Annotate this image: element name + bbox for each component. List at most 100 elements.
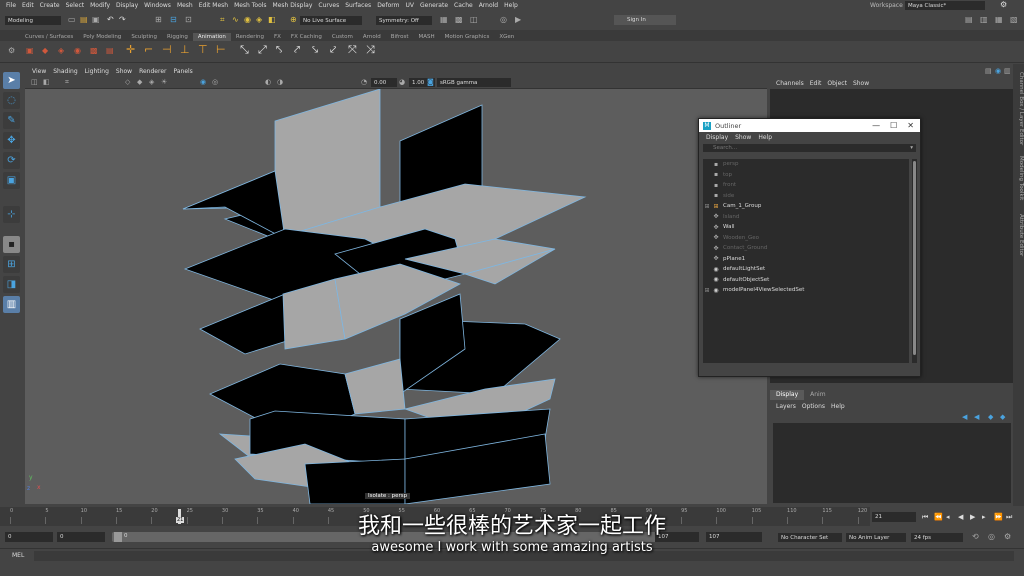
smooth-shade-icon[interactable]: ◆: [137, 78, 142, 86]
new-empty-layer-icon[interactable]: ◆: [988, 413, 993, 421]
menu-arnold[interactable]: Arnold: [479, 2, 498, 9]
ik-spline-icon[interactable]: ⊣: [162, 44, 172, 55]
toggle-channel-box-icon[interactable]: ▦: [995, 16, 1003, 24]
exposure-icon[interactable]: ◔: [361, 78, 367, 86]
save-scene-icon[interactable]: ▣: [92, 16, 100, 24]
workspace-dropdown[interactable]: Maya Classic*: [905, 1, 985, 10]
outliner-item[interactable]: ⊞ ◉ modelPanel4ViewSelectedSet: [703, 285, 909, 296]
shelf-tab-curves-surfaces[interactable]: Curves / Surfaces: [20, 33, 78, 41]
menu-help[interactable]: Help: [504, 2, 518, 9]
outliner-item[interactable]: ✥ Island: [703, 212, 909, 223]
channel-menu-show[interactable]: Show: [853, 80, 869, 87]
scale-constraint-icon[interactable]: ⤤: [294, 44, 300, 55]
mirror-joint-icon[interactable]: ⊢: [216, 44, 226, 55]
outliner-item[interactable]: ✥ Wooden_Geo: [703, 233, 909, 244]
toggle-attribute-editor-icon[interactable]: ▤: [965, 16, 973, 24]
menu-curves[interactable]: Curves: [318, 2, 339, 9]
channel-menu-object[interactable]: Object: [827, 80, 847, 87]
lights-icon[interactable]: ☀: [161, 78, 167, 86]
move-layer-up-icon[interactable]: ◀: [962, 413, 967, 421]
paint-weights-icon[interactable]: ⊤: [198, 44, 208, 55]
menu-mesh-display[interactable]: Mesh Display: [273, 2, 313, 9]
menu-generate[interactable]: Generate: [420, 2, 448, 9]
outliner-scrollbar[interactable]: [912, 159, 917, 363]
shelf-tab-poly-modeling[interactable]: Poly Modeling: [78, 33, 126, 41]
shelf-tab-arnold[interactable]: Arnold: [358, 33, 386, 41]
minimize-icon[interactable]: —: [872, 121, 880, 130]
outliner-layout-icon[interactable]: ▥: [3, 296, 20, 313]
outliner-item[interactable]: ◉ defaultObjectSet: [703, 275, 909, 286]
panel-menu-renderer[interactable]: Renderer: [139, 68, 166, 75]
expand-toggle-icon[interactable]: ⊞: [703, 203, 711, 210]
panel-menu-view[interactable]: View: [32, 68, 46, 75]
outliner-item[interactable]: ✥ Wall: [703, 222, 909, 233]
four-view-layout-icon[interactable]: ⊞: [3, 256, 20, 273]
menu-surfaces[interactable]: Surfaces: [345, 2, 371, 9]
aim-constraint-icon[interactable]: ⤢: [258, 44, 267, 55]
move-layer-down-icon[interactable]: ◀: [974, 413, 979, 421]
new-layer-selected-icon[interactable]: ◆: [1000, 413, 1005, 421]
channel-menu-edit[interactable]: Edit: [810, 80, 822, 87]
search-options-icon[interactable]: ▾: [910, 145, 913, 151]
live-surface-field[interactable]: No Live Surface: [300, 16, 362, 25]
motion-trail-icon[interactable]: ⤨: [366, 44, 375, 55]
grid-icon[interactable]: ⌗: [65, 78, 69, 86]
persp-outliner-layout-icon[interactable]: ◨: [3, 276, 20, 293]
view-transform-dropdown[interactable]: sRGB gamma: [437, 78, 511, 87]
render-settings-icon[interactable]: ◫: [470, 16, 478, 24]
isolate-select-icon[interactable]: ◉: [200, 78, 206, 86]
shelf-tab-fx-caching[interactable]: FX Caching: [286, 33, 327, 41]
side-tab-attribute-editor[interactable]: Attribute Editor: [1013, 214, 1024, 256]
menu-set-dropdown[interactable]: Modeling: [5, 16, 61, 25]
single-perspective-layout-icon[interactable]: ▪: [3, 236, 20, 253]
select-components-icon[interactable]: ⊡: [185, 16, 192, 24]
outliner-item[interactable]: ▪ top: [703, 170, 909, 181]
snap-grid-icon[interactable]: ⌗: [220, 16, 225, 24]
attribute-editor-toggle-icon[interactable]: ◉: [995, 67, 1001, 75]
textured-icon[interactable]: ◈: [149, 78, 154, 86]
shelf-tab-animation[interactable]: Animation: [192, 33, 231, 41]
toggle-modeling-toolkit-icon[interactable]: ▧: [1010, 16, 1018, 24]
shelf-tab-rigging[interactable]: Rigging: [162, 33, 193, 41]
outliner-menu-help[interactable]: Help: [758, 134, 772, 141]
layer-tab-anim[interactable]: Anim: [804, 390, 831, 400]
gamma-icon[interactable]: ◕: [399, 78, 405, 86]
select-tool-icon[interactable]: ➤: [3, 72, 20, 89]
outliner-item[interactable]: ✥ pPlane1: [703, 254, 909, 265]
snap-surface-icon[interactable]: ◧: [268, 16, 276, 24]
channel-box-icon[interactable]: ▤: [985, 67, 992, 75]
outliner-item[interactable]: ✥ Contact_Ground: [703, 243, 909, 254]
close-icon[interactable]: ✕: [907, 121, 914, 130]
paint-select-tool-icon[interactable]: ✎: [3, 112, 20, 129]
outliner-scroll-thumb[interactable]: [913, 161, 916, 355]
shelf-tab-motion-graphics[interactable]: Motion Graphics: [440, 33, 495, 41]
layer-menu-layers[interactable]: Layers: [776, 403, 796, 410]
panel-menu-show[interactable]: Show: [116, 68, 132, 75]
select-hierarchy-icon[interactable]: ⊞: [155, 16, 162, 24]
menu-file[interactable]: File: [6, 2, 16, 9]
outliner-item[interactable]: ▪ side: [703, 191, 909, 202]
render-icon[interactable]: ▦: [440, 16, 448, 24]
aa-icon[interactable]: ◑: [277, 78, 283, 86]
scale-tool-icon[interactable]: ▣: [3, 172, 20, 189]
settings-icon[interactable]: ⚙: [1000, 1, 1007, 9]
select-objects-icon[interactable]: ⊟: [170, 16, 177, 24]
menu-uv[interactable]: UV: [406, 2, 415, 9]
xray-icon[interactable]: ◎: [212, 78, 218, 86]
lasso-tool-icon[interactable]: ◌: [3, 92, 20, 109]
viewport-persp[interactable]: Isolate : persp M x y z: [25, 89, 767, 504]
set-key-icon[interactable]: ◆: [42, 47, 48, 55]
sign-in-button[interactable]: Sign In: [614, 15, 676, 25]
outliner-item[interactable]: ◉ defaultLightSet: [703, 264, 909, 275]
open-scene-icon[interactable]: ▤: [80, 16, 88, 24]
shelf-tab-mash[interactable]: MASH: [413, 33, 439, 41]
playblast-icon[interactable]: ▣: [26, 47, 34, 55]
side-tab-modeling-toolkit[interactable]: Modeling Toolkit: [1013, 156, 1024, 200]
menu-edit[interactable]: Edit: [22, 2, 34, 9]
point-constraint-icon[interactable]: ⤡: [240, 44, 249, 55]
ao-icon[interactable]: ◐: [265, 78, 271, 86]
outliner-window[interactable]: M Outliner — ☐ ✕ Display Show Help Search.…: [698, 118, 921, 377]
exposure-field[interactable]: 0.00: [371, 78, 397, 87]
menu-edit-mesh[interactable]: Edit Mesh: [199, 2, 228, 9]
maximize-icon[interactable]: ☐: [890, 121, 897, 130]
